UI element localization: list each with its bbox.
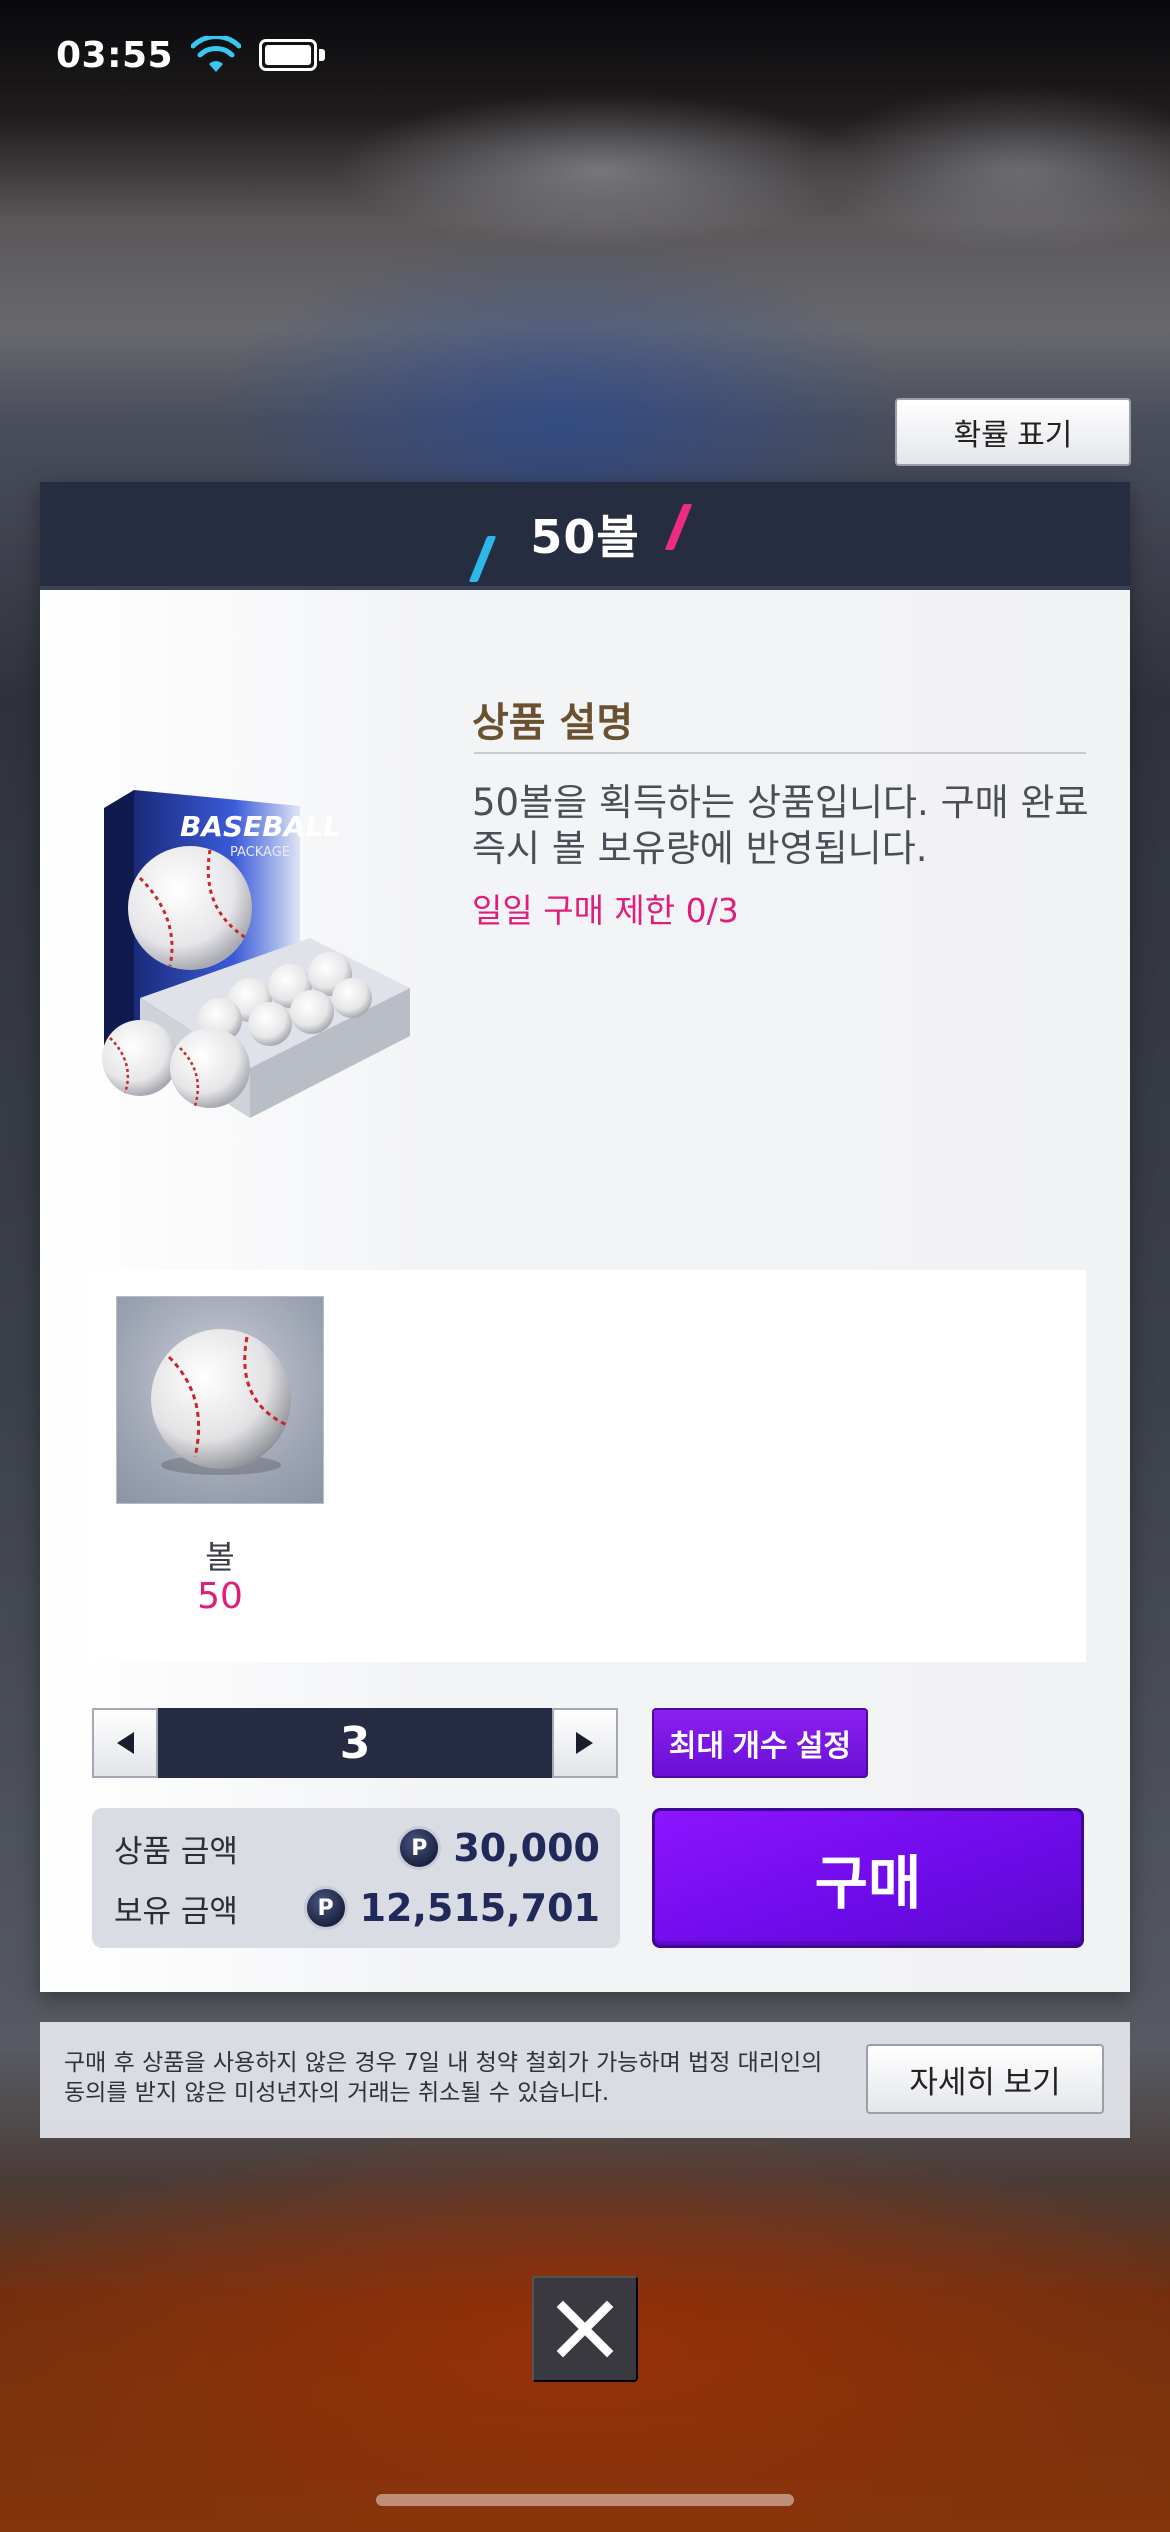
rewards-box: 볼 50 <box>84 1270 1086 1662</box>
price-row: 상품 금액 P 30,000 <box>114 1822 600 1874</box>
package-sub-text: PACKAGE <box>230 845 290 860</box>
price-value: 30,000 <box>453 1826 600 1870</box>
reward-thumbnail <box>116 1296 324 1504</box>
arrow-right-icon <box>576 1732 593 1754</box>
decrease-button[interactable] <box>92 1708 158 1778</box>
arrow-left-icon <box>117 1732 134 1754</box>
wifi-icon <box>191 36 242 72</box>
product-panel: 50볼 BASEBALL PACKAGE 상품 설명 50볼을 획득하는 상품입… <box>40 482 1130 1992</box>
daily-limit-text: 일일 구매 제한 0/3 <box>472 891 739 930</box>
quantity-stepper: 3 <box>92 1708 618 1778</box>
owned-row: 보유 금액 P 12,515,701 <box>114 1882 600 1934</box>
close-icon <box>556 2300 614 2358</box>
slash-decoration-right <box>664 504 693 550</box>
quantity-value: 3 <box>158 1708 552 1778</box>
increase-button[interactable] <box>552 1708 618 1778</box>
description-text: 50볼을 획득하는 상품입니다. 구매 완료 즉시 볼 보유량에 반영됩니다. <box>472 781 1089 870</box>
status-time: 03:55 <box>56 34 174 76</box>
owned-value: 12,515,701 <box>359 1886 600 1930</box>
package-brand-text: BASEBALL <box>180 810 341 843</box>
reward-count: 50 <box>197 1576 243 1617</box>
description-divider <box>474 752 1086 754</box>
baseball-package-image: BASEBALL PACKAGE <box>102 790 410 1118</box>
max-quantity-button[interactable]: 최대 개수 설정 <box>652 1708 868 1778</box>
price-box: 상품 금액 P 30,000 보유 금액 P 12,515,701 <box>92 1808 620 1948</box>
close-button[interactable] <box>532 2276 638 2382</box>
baseball-icon <box>151 1329 291 1475</box>
status-bar: 03:55 <box>0 0 1170 110</box>
reward-name: 볼 <box>205 1538 235 1576</box>
panel-header: 50볼 <box>40 482 1130 590</box>
detail-button[interactable]: 자세히 보기 <box>866 2044 1104 2114</box>
owned-label: 보유 금액 <box>114 1893 238 1930</box>
slash-decoration-left <box>468 536 497 582</box>
notice-text: 구매 후 상품을 사용하지 않은 경우 7일 내 청약 철회가 가능하며 법정 … <box>64 2050 823 2106</box>
buy-button[interactable]: 구매 <box>652 1808 1084 1948</box>
panel-title: 50볼 <box>530 510 640 564</box>
p-coin-icon: P <box>303 1886 348 1930</box>
price-label: 상품 금액 <box>114 1833 238 1870</box>
refund-notice: 구매 후 상품을 사용하지 않은 경우 7일 내 청약 철회가 가능하며 법정 … <box>40 2022 1130 2138</box>
description-heading: 상품 설명 <box>472 700 634 746</box>
p-coin-icon: P <box>397 1826 442 1870</box>
home-indicator[interactable] <box>376 2494 794 2506</box>
probability-button[interactable]: 확률 표기 <box>895 398 1131 466</box>
battery-icon <box>259 39 326 71</box>
